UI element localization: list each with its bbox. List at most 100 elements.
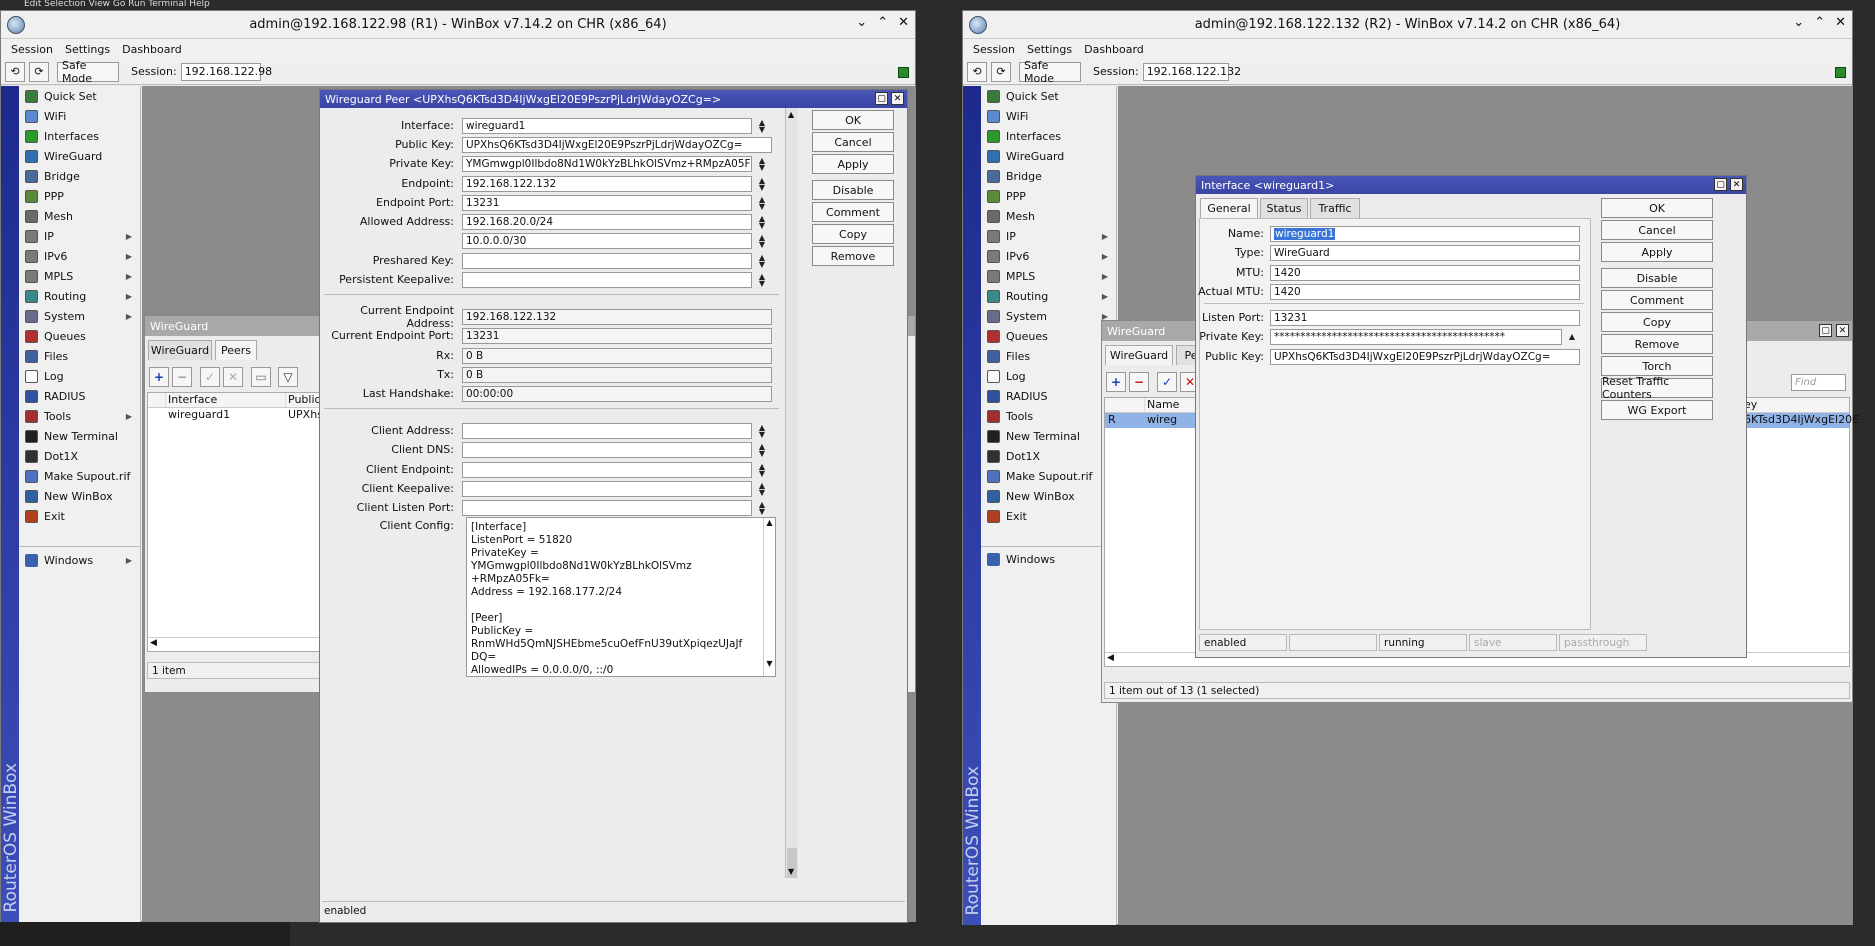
sidebar-item-routing[interactable]: Routing ▶ xyxy=(19,286,140,306)
sidebar-item-tools[interactable]: Tools▶ xyxy=(19,406,140,426)
menu-settings[interactable]: Settings xyxy=(59,43,116,56)
comment-button[interactable]: Comment xyxy=(1601,290,1713,310)
window-titlebar[interactable]: admin@192.168.122.98 (R1) - WinBox v7.14… xyxy=(1,11,915,39)
session-input[interactable]: 192.168.122.98 xyxy=(180,62,272,81)
sidebar-item-system[interactable]: System ▶ xyxy=(981,306,1116,326)
safe-mode-button[interactable]: Safe Mode xyxy=(1019,59,1081,85)
sidebar-item-interfaces[interactable]: Interfaces xyxy=(981,126,1116,146)
remove-icon[interactable]: − xyxy=(172,367,192,387)
field-value[interactable]: ****************************************… xyxy=(1270,328,1562,345)
tab-traffic[interactable]: Traffic xyxy=(1310,198,1360,218)
horizontal-scrollbar[interactable]: ◀ xyxy=(148,637,326,651)
table-row[interactable]: wireguard1 UPXhs xyxy=(148,408,326,423)
tab-general[interactable]: General xyxy=(1200,198,1258,218)
tab-peers[interactable]: Peers xyxy=(215,340,257,360)
remove-button[interactable]: Remove xyxy=(1601,334,1713,354)
dropdown-arrow-icon[interactable]: ▲ ▼ xyxy=(755,253,769,269)
sidebar-item-new-winbox[interactable]: New WinBox xyxy=(981,486,1116,506)
sidebar-item-mesh[interactable]: Mesh xyxy=(981,206,1116,226)
maximize-icon[interactable]: ⌃ xyxy=(877,15,888,30)
toggle-arrow-icon[interactable]: ▲ xyxy=(1565,329,1579,345)
sidebar-item-system[interactable]: System ▶ xyxy=(19,306,140,326)
restore-icon[interactable]: ▢ xyxy=(875,92,888,105)
sidebar-item-mesh[interactable]: Mesh xyxy=(19,206,140,226)
add-icon[interactable]: + xyxy=(149,367,169,387)
sidebar-item-log[interactable]: Log xyxy=(981,366,1116,386)
sidebar-item-bridge[interactable]: Bridge xyxy=(19,166,140,186)
column-public[interactable]: Public xyxy=(286,393,321,407)
sidebar-item-ip[interactable]: IP ▶ xyxy=(19,226,140,246)
sidebar-item-quick-set[interactable]: Quick Set xyxy=(981,86,1116,106)
sidebar-item-wifi[interactable]: WiFi xyxy=(19,106,140,126)
sidebar-item-exit[interactable]: Exit xyxy=(981,506,1116,526)
sidebar-item-radius[interactable]: RADIUS xyxy=(19,386,140,406)
textarea-scrollbar[interactable]: ▲ ▼ xyxy=(763,518,775,676)
dropdown-arrow-icon[interactable]: ▲ ▼ xyxy=(755,195,769,211)
menu-dashboard[interactable]: Dashboard xyxy=(116,43,188,56)
sidebar-item-files[interactable]: Files xyxy=(981,346,1116,366)
dropdown-arrow-icon[interactable]: ▲ ▼ xyxy=(755,423,769,439)
sidebar-item-dot1x[interactable]: Dot1X xyxy=(19,446,140,466)
field-value[interactable] xyxy=(462,441,752,458)
dropdown-arrow-icon[interactable]: ▲ ▼ xyxy=(755,462,769,478)
redo-icon[interactable]: ⟳ xyxy=(991,61,1011,82)
sidebar-item-quick-set[interactable]: Quick Set xyxy=(19,86,140,106)
sidebar-item-ip[interactable]: IP ▶ xyxy=(981,226,1116,246)
sidebar-item-ppp[interactable]: PPP xyxy=(981,186,1116,206)
sidebar-item-new-winbox[interactable]: New WinBox xyxy=(19,486,140,506)
enable-icon[interactable]: ✓ xyxy=(200,367,220,387)
remove-button[interactable]: Remove xyxy=(812,246,894,266)
field-value[interactable]: 1420 xyxy=(1270,283,1580,300)
close-icon[interactable]: ✕ xyxy=(1835,15,1846,30)
field-value[interactable] xyxy=(462,271,752,288)
find-input[interactable]: Find xyxy=(1791,374,1846,391)
sidebar-item-mpls[interactable]: MPLS ▶ xyxy=(19,266,140,286)
minimize-icon[interactable]: ⌄ xyxy=(1793,15,1804,30)
comment-button[interactable]: Comment xyxy=(812,202,894,222)
interface-dialog-title[interactable]: Interface <wireguard1> xyxy=(1196,176,1746,194)
sidebar-item-interfaces[interactable]: Interfaces xyxy=(19,126,140,146)
sidebar-item-new-terminal[interactable]: New Terminal xyxy=(981,426,1116,446)
sidebar-item-windows[interactable]: Windows ▶ xyxy=(19,550,140,570)
sidebar-item-queues[interactable]: Queues xyxy=(19,326,140,346)
dropdown-arrow-icon[interactable]: ▲ ▼ xyxy=(755,156,769,172)
torch-button[interactable]: Torch xyxy=(1601,356,1713,376)
undo-icon[interactable]: ⟲ xyxy=(5,61,25,82)
disable-icon[interactable]: ✕ xyxy=(223,367,243,387)
comment-icon[interactable]: ▭ xyxy=(251,367,271,387)
dropdown-arrow-icon[interactable]: ▲ ▼ xyxy=(755,214,769,230)
sidebar-item-mpls[interactable]: MPLS ▶ xyxy=(981,266,1116,286)
sidebar-item-ipv6[interactable]: IPv6 ▶ xyxy=(981,246,1116,266)
apply-button[interactable]: Apply xyxy=(812,154,894,174)
sidebar-item-ipv6[interactable]: IPv6 ▶ xyxy=(19,246,140,266)
sidebar-item-queues[interactable]: Queues xyxy=(981,326,1116,346)
tab-wireguard[interactable]: WireGuard xyxy=(148,340,212,360)
field-value[interactable] xyxy=(462,252,752,269)
sidebar-item-dot1x[interactable]: Dot1X xyxy=(981,446,1116,466)
dropdown-arrow-icon[interactable]: ▲ ▼ xyxy=(755,233,769,249)
sidebar-item-bridge[interactable]: Bridge xyxy=(981,166,1116,186)
dropdown-arrow-icon[interactable]: ▲ ▼ xyxy=(755,176,769,192)
restore-icon[interactable]: ▢ xyxy=(1819,324,1832,337)
dropdown-arrow-icon[interactable]: ▲ ▼ xyxy=(755,500,769,516)
peer-dialog-title[interactable]: Wireguard Peer <UPXhsQ6KTsd3D4IjWxgEl20E… xyxy=(320,90,907,108)
cancel-button[interactable]: Cancel xyxy=(812,132,894,152)
field-value[interactable]: wireguard1 xyxy=(462,117,752,134)
maximize-icon[interactable]: ⌃ xyxy=(1814,15,1825,30)
dropdown-arrow-icon[interactable]: ▲ ▼ xyxy=(755,481,769,497)
safe-mode-button[interactable]: Safe Mode xyxy=(57,59,119,85)
filter-icon[interactable]: ▽ xyxy=(278,367,298,387)
disable-button[interactable]: Disable xyxy=(812,180,894,200)
sidebar-item-log[interactable]: Log xyxy=(19,366,140,386)
close-icon[interactable]: ✕ xyxy=(1836,324,1849,337)
close-icon[interactable]: ✕ xyxy=(891,92,904,105)
remove-icon[interactable]: − xyxy=(1129,372,1149,392)
sidebar-item-files[interactable]: Files xyxy=(19,346,140,366)
field-value[interactable]: YMGmwgpl0Ilbdo8Nd1W0kYzBLhkOlSVmz+RMpzA0… xyxy=(462,155,752,172)
tab-status[interactable]: Status xyxy=(1260,198,1308,218)
field-value[interactable] xyxy=(462,499,752,516)
sidebar-item-make-supout-rif[interactable]: Make Supout.rif xyxy=(19,466,140,486)
column-interface[interactable]: Interface xyxy=(166,393,286,407)
field-value[interactable]: 1420 xyxy=(1270,264,1580,281)
session-input[interactable]: 192.168.122.132 xyxy=(1142,62,1241,81)
